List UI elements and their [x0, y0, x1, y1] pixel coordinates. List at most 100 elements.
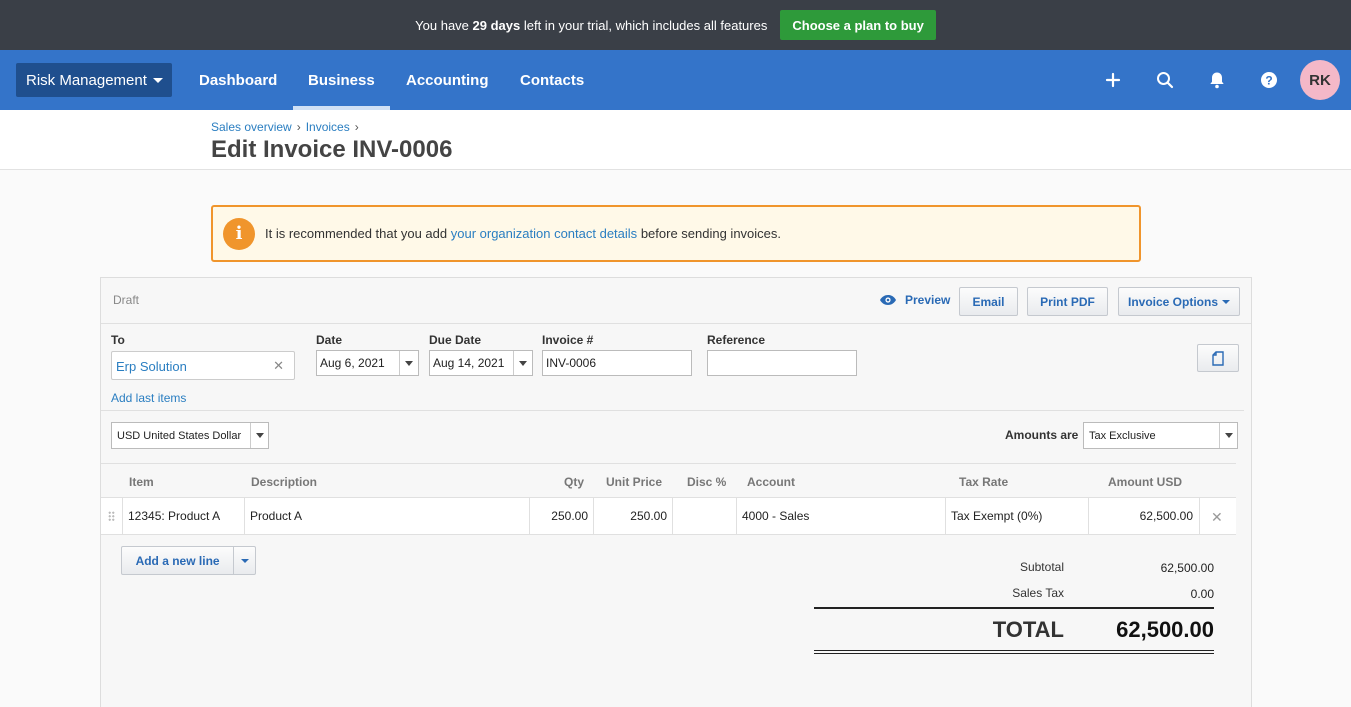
chevron-down-icon [240, 558, 249, 563]
trial-message: You have 29 days left in your trial, whi… [415, 17, 768, 33]
sales-tax-value: 0.00 [1190, 587, 1214, 601]
line-qty-cell[interactable]: 250.00 [530, 498, 594, 534]
column-item: Item [129, 475, 154, 489]
column-description: Description [251, 475, 318, 489]
clear-icon[interactable]: ✕ [273, 358, 284, 374]
line-tax-rate-value: Tax Exempt (0%) [951, 509, 1043, 523]
caret-down-icon [519, 360, 527, 366]
column-unit-price: Unit Price [606, 475, 663, 489]
to-contact-input[interactable]: Erp Solution ✕ [111, 351, 295, 380]
line-unit-price-value: 250.00 [630, 509, 667, 523]
notice-text-before: It is recommended that you add [265, 226, 448, 241]
due-date-value: Aug 14, 2021 [433, 356, 505, 370]
preview-label: Preview [905, 293, 951, 307]
org-contact-details-link[interactable]: your organization contact details [451, 226, 637, 241]
org-name: Risk Management [26, 71, 147, 89]
breadcrumb-separator: › [354, 120, 359, 134]
svg-text:?: ? [1265, 74, 1272, 88]
total-double-rule-top [814, 650, 1214, 651]
breadcrumb-invoices[interactable]: Invoices [306, 120, 350, 134]
due-date-input[interactable]: Aug 14, 2021 [429, 350, 533, 376]
date-dropdown[interactable] [399, 351, 418, 375]
nav-business[interactable]: Business [293, 50, 390, 110]
caret-down-icon [255, 433, 264, 438]
due-date-label: Due Date [429, 333, 482, 347]
drag-handle-icon[interactable] [108, 511, 115, 522]
date-input[interactable]: Aug 6, 2021 [316, 350, 419, 376]
column-account: Account [747, 475, 795, 489]
org-switcher[interactable]: Risk Management [16, 63, 172, 97]
nav-contacts[interactable]: Contacts [520, 50, 584, 110]
line-amount-cell[interactable]: 62,500.00 [1089, 498, 1200, 534]
invoice-number-label: Invoice # [542, 333, 594, 347]
help-icon[interactable]: ? [1257, 68, 1281, 92]
line-account-value: 4000 - Sales [742, 509, 810, 523]
invoice-panel: Draft Preview Email Print PDF Invoice Op… [100, 277, 1252, 707]
line-account-cell[interactable]: 4000 - Sales [737, 498, 946, 534]
breadcrumb-sales-overview[interactable]: Sales overview [211, 120, 292, 134]
page-title: Edit Invoice INV-0006 [211, 136, 453, 163]
subtotal-label: Subtotal [1019, 560, 1064, 574]
breadcrumb: Sales overview › Invoices › [211, 120, 364, 134]
column-discount: Disc % [687, 475, 727, 489]
line-items-header: Item Description Qty Unit Price Disc % A… [101, 463, 1236, 498]
invoice-options-label: Invoice Options [1127, 294, 1218, 309]
contact-details-notice: i It is recommended that you add your or… [211, 205, 1141, 262]
line-item-value: 12345: Product A [128, 509, 221, 523]
tax-mode-select[interactable]: Tax Exclusive [1083, 422, 1238, 449]
breadcrumb-separator: › [296, 120, 301, 134]
chevron-down-icon [1222, 299, 1230, 304]
add-line-dropdown[interactable] [233, 547, 255, 574]
divider [101, 323, 1251, 324]
tax-mode-value: Tax Exclusive [1089, 430, 1156, 442]
file-icon [1212, 350, 1224, 366]
date-label: Date [316, 333, 343, 347]
preview-button[interactable]: Preview [879, 293, 950, 307]
choose-plan-button[interactable]: Choose a plan to buy [780, 10, 936, 40]
caret-down-icon [405, 360, 413, 366]
add-last-items-link[interactable]: Add last items [111, 391, 186, 405]
line-unit-price-cell[interactable]: 250.00 [594, 498, 673, 534]
total-value: 62,500.00 [1116, 617, 1214, 642]
currency-select[interactable]: USD United States Dollar [111, 422, 269, 449]
eye-icon [880, 295, 896, 305]
line-discount-cell[interactable] [673, 498, 737, 534]
invoice-options-button[interactable]: Invoice Options [1118, 287, 1240, 316]
nav-accounting[interactable]: Accounting [406, 50, 489, 110]
line-description-cell[interactable]: Product A [245, 498, 530, 534]
nav-dashboard[interactable]: Dashboard [199, 50, 277, 110]
bell-icon[interactable] [1205, 68, 1229, 92]
line-item-cell[interactable]: 12345: Product A [122, 498, 245, 534]
avatar[interactable]: RK [1300, 60, 1340, 100]
search-icon[interactable] [1153, 68, 1177, 92]
chevron-down-icon [152, 77, 163, 83]
divider [101, 410, 1244, 411]
amounts-are-label: Amounts are [1005, 428, 1079, 442]
due-date-dropdown[interactable] [513, 351, 532, 375]
line-amount-value: 62,500.00 [1139, 509, 1193, 523]
table-row: 12345: Product A Product A 250.00 250.00… [101, 498, 1236, 535]
to-contact-value: Erp Solution [116, 359, 187, 374]
to-label: To [111, 333, 125, 347]
caret-down-icon [1224, 433, 1233, 438]
add-new-line-button[interactable]: Add a new line [121, 546, 256, 575]
page-header: Sales overview › Invoices › Edit Invoice IN… [0, 110, 1351, 170]
add-new-line-label: Add a new line [135, 553, 220, 568]
delete-line-icon[interactable]: ✕ [1211, 509, 1223, 526]
total-rule [814, 607, 1214, 609]
subtotal-value: 62,500.00 [1160, 561, 1214, 575]
plus-icon[interactable] [1101, 68, 1125, 92]
column-qty: Qty [564, 475, 585, 489]
line-description-value: Product A [250, 509, 303, 523]
line-tax-rate-cell[interactable]: Tax Exempt (0%) [946, 498, 1089, 534]
email-button[interactable]: Email [959, 287, 1018, 316]
column-amount: Amount USD [1108, 475, 1182, 489]
currency-dropdown [250, 423, 268, 448]
top-nav: Risk Management Dashboard Business Accou… [0, 50, 1351, 110]
trial-banner: You have 29 days left in your trial, whi… [0, 0, 1351, 50]
invoice-number-input[interactable]: INV-0006 [542, 350, 692, 376]
reference-label: Reference [707, 333, 766, 347]
attach-file-button[interactable] [1197, 344, 1239, 372]
print-pdf-button[interactable]: Print PDF [1027, 287, 1108, 316]
reference-input[interactable] [707, 350, 857, 376]
